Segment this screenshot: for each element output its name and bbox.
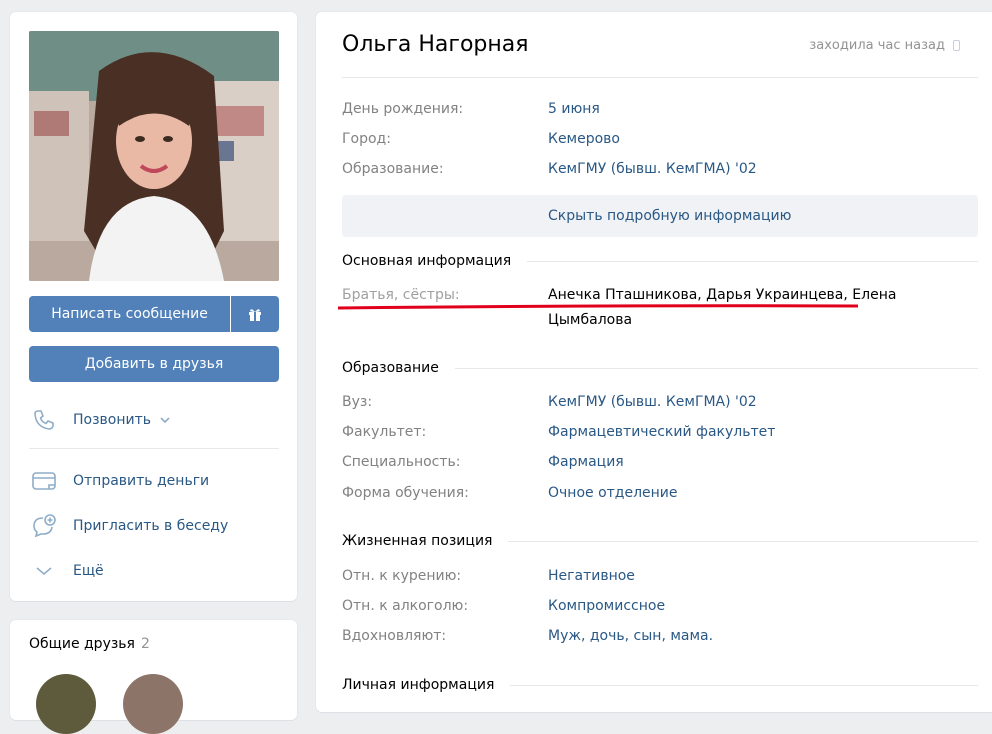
info-label: Факультет: — [342, 424, 427, 440]
info-label: Вуз: — [342, 394, 373, 410]
info-row-faculty: Факультет: Фармацевтический факультет — [342, 420, 978, 445]
info-value[interactable]: КемГМУ (бывш. КемГМА) '02 — [548, 157, 908, 182]
add-friend-button[interactable]: Добавить в друзья — [29, 346, 279, 382]
last-seen-status: заходила час назад — [809, 38, 960, 53]
hide-details-label: Скрыть подробную информацию — [548, 208, 792, 224]
info-value[interactable]: Негативное — [548, 564, 908, 589]
info-value[interactable]: Кемерово — [548, 127, 908, 152]
info-value[interactable]: 5 июня — [548, 97, 908, 122]
info-value[interactable]: КемГМУ (бывш. КемГМА) '02 — [548, 390, 908, 415]
info-value[interactable]: Фармация — [548, 450, 908, 475]
more-label: Ещё — [73, 563, 104, 579]
mutual-friends-label: Общие друзья — [29, 636, 135, 652]
info-value[interactable]: Компромиссное — [548, 594, 908, 619]
section-personal-info: Личная информация — [342, 675, 978, 695]
profile-name: Ольга Нагорная — [342, 32, 529, 57]
add-friend-label: Добавить в друзья — [84, 356, 224, 372]
header-divider — [342, 77, 978, 78]
more-action[interactable]: Ещё — [29, 556, 104, 586]
chat-add-icon — [29, 511, 59, 541]
info-label: Образование: — [342, 161, 444, 177]
mobile-icon — [953, 40, 960, 51]
info-row-smoking: Отн. к курению: Негативное — [342, 564, 978, 589]
send-gift-button[interactable] — [231, 296, 279, 332]
friend-avatar[interactable] — [123, 674, 183, 734]
sidebar-divider — [29, 448, 279, 449]
invite-chat-label: Пригласить в беседу — [73, 518, 229, 534]
mutual-friends-count: 2 — [140, 636, 150, 652]
info-row-study-form: Форма обучения: Очное отделение — [342, 481, 978, 506]
section-basic-info: Основная информация — [342, 251, 978, 271]
send-money-action[interactable]: Отправить деньги — [29, 466, 209, 496]
section-title: Жизненная позиция — [342, 533, 493, 549]
write-message-label: Написать сообщение — [51, 306, 208, 322]
section-title: Образование — [342, 360, 439, 376]
info-value[interactable]: Фармацевтический факультет — [548, 420, 908, 445]
profile-photo[interactable] — [29, 31, 279, 281]
wallet-icon — [29, 466, 59, 496]
info-label: Отн. к курению: — [342, 568, 462, 584]
info-label: Отн. к алкоголю: — [342, 598, 469, 614]
info-row-city: Город: Кемерово — [342, 127, 978, 152]
info-label: День рождения: — [342, 101, 464, 117]
section-life-position: Жизненная позиция — [342, 531, 978, 551]
call-label: Позвонить — [73, 412, 152, 428]
info-value[interactable]: Очное отделение — [548, 481, 908, 506]
hide-details-button[interactable]: Скрыть подробную информацию — [342, 195, 978, 237]
info-label: Форма обучения: — [342, 485, 469, 501]
mutual-friends-card: Общие друзья 2 — [10, 620, 297, 734]
info-label: Вдохновляют: — [342, 628, 447, 644]
chevron-down-icon — [159, 416, 171, 424]
info-label: Специальность: — [342, 454, 461, 470]
info-row-inspiration: Вдохновляют: Муж, дочь, сын, мама. — [342, 624, 978, 649]
info-row-education: Образование: КемГМУ (бывш. КемГМА) '02 — [342, 157, 978, 182]
info-row-birthday: День рождения: 5 июня — [342, 97, 978, 122]
friend-avatar[interactable] — [36, 674, 96, 734]
info-value[interactable]: Муж, дочь, сын, мама. — [548, 624, 908, 649]
profile-sidebar-card: Написать сообщение Добавить в друзья Поз… — [10, 12, 297, 601]
mutual-friends-title[interactable]: Общие друзья 2 — [29, 636, 150, 652]
info-row-specialty: Специальность: Фармация — [342, 450, 978, 475]
red-underline-annotation — [338, 304, 858, 310]
phone-icon — [29, 405, 59, 435]
invite-chat-action[interactable]: Пригласить в беседу — [29, 511, 228, 541]
gift-icon — [249, 309, 261, 321]
info-row-alcohol: Отн. к алкоголю: Компромиссное — [342, 594, 978, 619]
call-action[interactable]: Позвонить — [29, 405, 171, 435]
section-title: Личная информация — [342, 677, 495, 693]
profile-info-card: Ольга Нагорная заходила час назад День р… — [316, 12, 992, 712]
section-title: Основная информация — [342, 253, 512, 269]
info-label: Город: — [342, 131, 391, 147]
profile-photo-image — [29, 31, 279, 281]
section-education: Образование — [342, 358, 978, 378]
chevron-down-icon — [29, 556, 59, 586]
info-row-university: Вуз: КемГМУ (бывш. КемГМА) '02 — [342, 390, 978, 415]
last-seen-text: заходила час назад — [809, 38, 945, 53]
write-message-button[interactable]: Написать сообщение — [29, 296, 230, 332]
send-money-label: Отправить деньги — [73, 473, 210, 489]
